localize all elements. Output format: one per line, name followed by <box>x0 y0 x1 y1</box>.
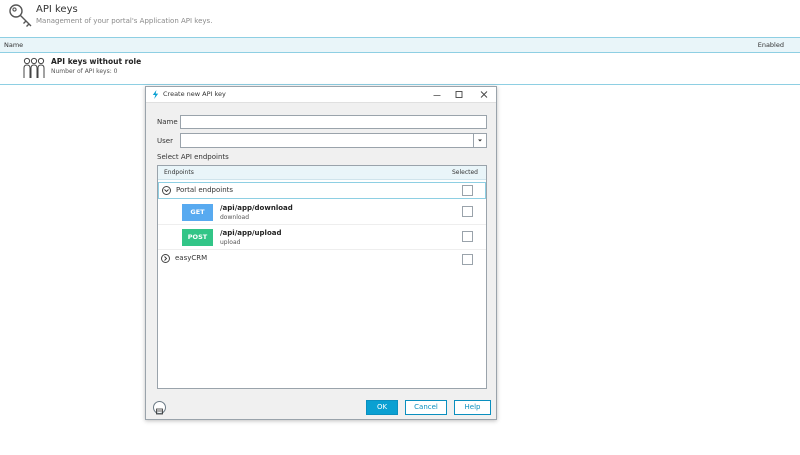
endpoint-path: /api/app/upload <box>220 229 282 237</box>
column-name[interactable]: Name <box>4 41 23 49</box>
endpoint-checkbox[interactable] <box>462 231 473 242</box>
group-easycrm[interactable]: easyCRM <box>158 251 486 268</box>
column-selected: Selected <box>451 169 478 176</box>
grid-header: Name Enabled <box>0 37 800 53</box>
key-icon <box>9 4 32 27</box>
column-enabled[interactable]: Enabled <box>758 41 784 49</box>
name-label: Name <box>157 118 178 126</box>
role-key-count: Number of API keys: 0 <box>51 68 118 75</box>
maximize-button[interactable] <box>452 89 466 101</box>
group-label: easyCRM <box>175 254 208 262</box>
create-api-key-dialog: Create new API key Name User Select API … <box>145 86 497 420</box>
endpoint-description: upload <box>220 239 241 246</box>
chevron-down-icon <box>478 139 482 142</box>
name-input[interactable] <box>180 115 487 129</box>
chevron-down-icon <box>164 189 169 193</box>
group-checkbox[interactable] <box>462 254 473 265</box>
group-portal-endpoints[interactable]: Portal endpoints <box>158 182 486 199</box>
endpoints-section-label: Select API endpoints <box>157 153 229 161</box>
method-badge: GET <box>182 204 213 221</box>
ok-button[interactable]: OK <box>366 400 398 415</box>
page-title: API keys <box>36 4 78 15</box>
endpoints-header: Endpoints Selected <box>158 166 486 180</box>
endpoint-row[interactable]: POST /api/app/upload upload <box>158 225 486 250</box>
endpoint-row[interactable]: GET /api/app/download download <box>158 200 486 225</box>
user-dropdown-button[interactable] <box>473 134 486 147</box>
close-button[interactable] <box>477 89 491 101</box>
role-row[interactable]: API keys without role Number of API keys… <box>0 53 800 85</box>
user-select[interactable] <box>180 133 487 148</box>
users-icon <box>23 57 45 78</box>
method-badge: POST <box>182 229 213 246</box>
user-label: User <box>157 137 173 145</box>
layout-icon <box>156 408 163 415</box>
page-header: API keys Management of your portal's App… <box>0 0 800 36</box>
expand-toggle[interactable] <box>161 254 170 263</box>
dialog-title: Create new API key <box>163 90 226 98</box>
maximize-icon <box>455 91 463 98</box>
page-subtitle: Management of your portal's Application … <box>36 17 213 25</box>
close-icon <box>480 91 488 98</box>
endpoint-description: download <box>220 214 250 221</box>
endpoint-path: /api/app/download <box>220 204 293 212</box>
minimize-button[interactable] <box>430 89 444 101</box>
group-checkbox[interactable] <box>462 185 473 196</box>
collapse-toggle[interactable] <box>162 186 171 195</box>
endpoints-panel: Endpoints Selected Portal endpoints GET … <box>157 165 487 389</box>
minimize-icon <box>433 95 441 96</box>
endpoint-checkbox[interactable] <box>462 206 473 217</box>
group-label: Portal endpoints <box>176 186 234 194</box>
help-button[interactable]: Help <box>454 400 491 415</box>
role-title: API keys without role <box>51 57 142 66</box>
cancel-button[interactable]: Cancel <box>405 400 447 415</box>
chevron-right-icon <box>164 256 168 261</box>
lightning-icon <box>152 90 159 99</box>
dialog-titlebar[interactable]: Create new API key <box>146 87 496 103</box>
column-endpoints: Endpoints <box>164 169 194 176</box>
layout-settings-button[interactable] <box>153 401 166 415</box>
